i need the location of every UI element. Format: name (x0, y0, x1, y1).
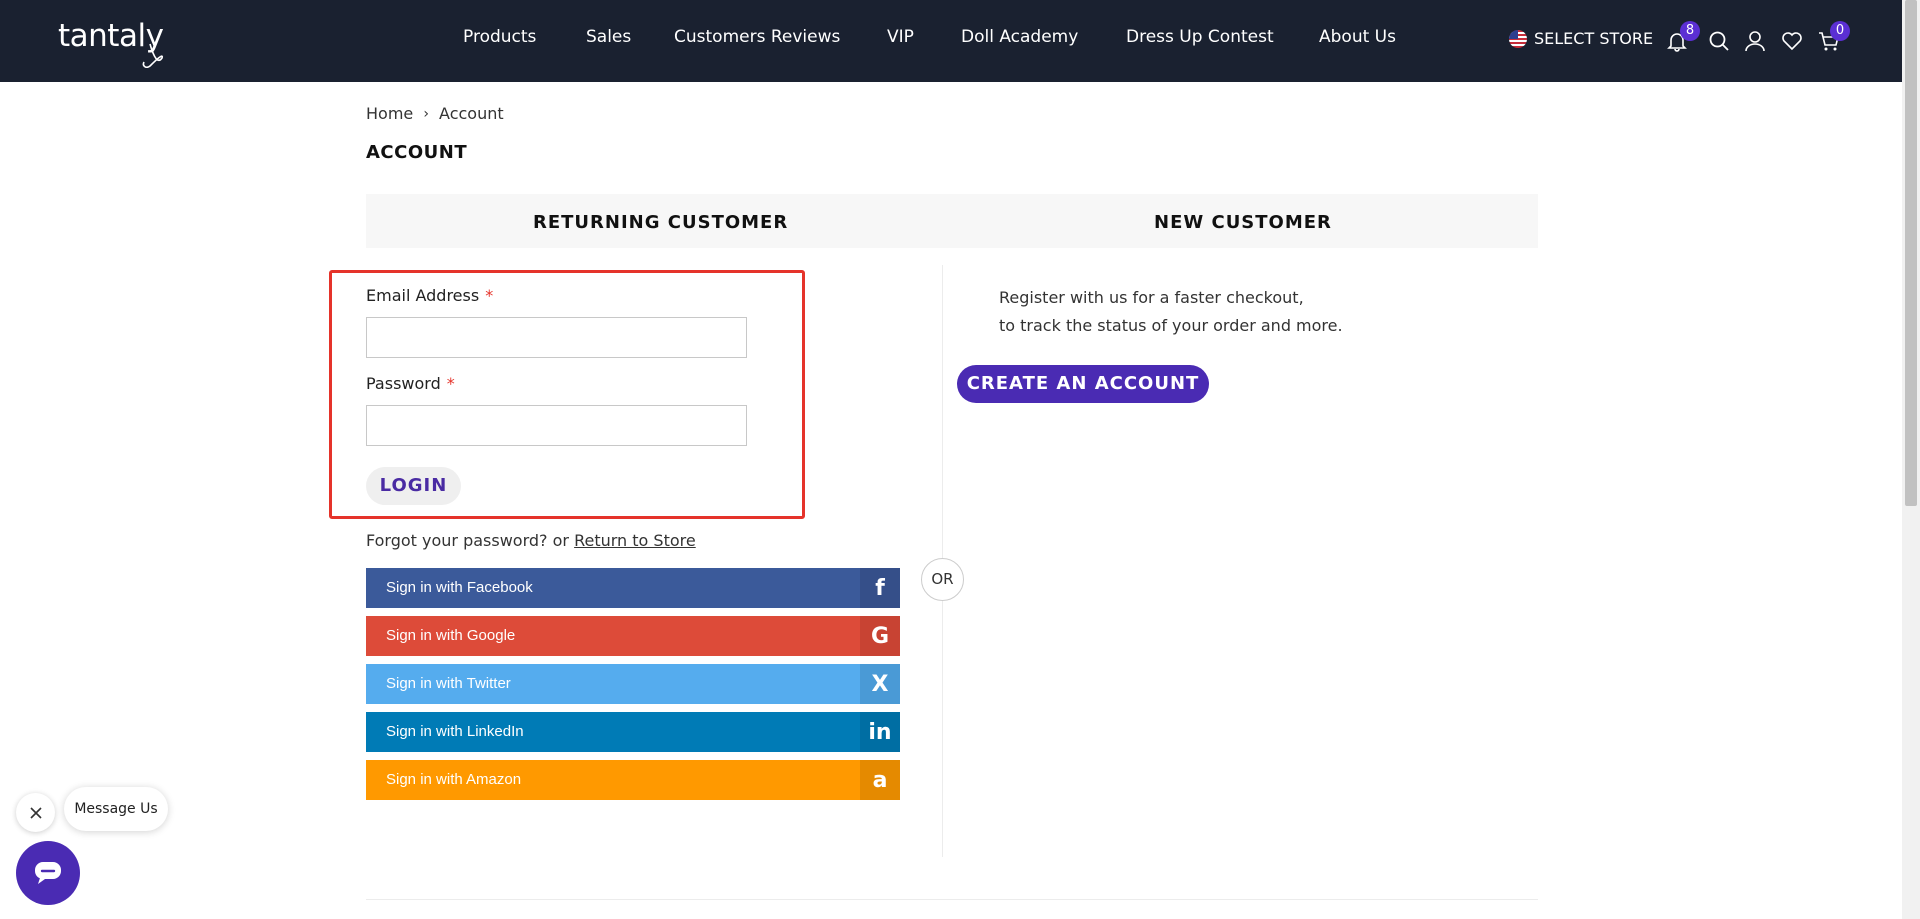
nav-vip[interactable]: VIP (887, 27, 914, 47)
chat-icon (35, 862, 61, 884)
twitter-signin-label: Sign in with Twitter (386, 675, 511, 692)
nav-dress-up-contest[interactable]: Dress Up Contest (1126, 27, 1274, 47)
forgot-password-link[interactable]: Forgot your password? or (366, 531, 569, 550)
breadcrumb-current: Account (439, 104, 504, 123)
amazon-signin-button[interactable]: Sign in with Amazon a (366, 760, 900, 800)
x-icon: X (860, 664, 900, 704)
required-mark: * (446, 374, 455, 393)
account-tabs: RETURNING CUSTOMER NEW CUSTOMER (366, 194, 1538, 248)
create-account-button[interactable]: CREATE AN ACCOUNT (957, 365, 1209, 403)
password-label: Password * (366, 374, 455, 393)
password-field[interactable] (366, 405, 747, 446)
email-field[interactable] (366, 317, 747, 358)
facebook-signin-label: Sign in with Facebook (386, 579, 533, 596)
google-signin-label: Sign in with Google (386, 627, 516, 644)
page-title: ACCOUNT (366, 142, 468, 163)
nav-about-us[interactable]: About Us (1319, 27, 1396, 47)
site-header: tantaly Products Sales Customers Reviews… (0, 0, 1902, 82)
logo-swirl-icon (142, 43, 164, 68)
email-label-text: Email Address (366, 286, 480, 305)
footer-divider (366, 899, 1538, 900)
facebook-icon: f (860, 568, 900, 608)
nav-products[interactable]: Products (463, 27, 536, 47)
amazon-icon: a (860, 760, 900, 800)
select-store-button[interactable]: SELECT STORE (1534, 29, 1653, 48)
facebook-signin-button[interactable]: Sign in with Facebook f (366, 568, 900, 608)
close-icon (29, 806, 42, 819)
breadcrumb-separator: › (423, 105, 429, 122)
google-icon: G (860, 616, 900, 656)
register-text-line-2: to track the status of your order and mo… (999, 316, 1343, 335)
search-icon[interactable] (1708, 30, 1730, 52)
required-mark: * (485, 286, 494, 305)
message-us-bubble[interactable]: Message Us (64, 787, 168, 831)
twitter-signin-button[interactable]: Sign in with Twitter X (366, 664, 900, 704)
chat-close-button[interactable] (16, 793, 55, 832)
google-signin-button[interactable]: Sign in with Google G (366, 616, 900, 656)
forgot-password-row: Forgot your password? or Return to Store (366, 531, 696, 550)
amazon-signin-label: Sign in with Amazon (386, 771, 522, 788)
login-button[interactable]: LOGIN (366, 467, 461, 505)
us-flag-icon (1509, 30, 1527, 48)
linkedin-signin-label: Sign in with LinkedIn (386, 723, 524, 740)
tab-returning-customer[interactable]: RETURNING CUSTOMER (533, 212, 788, 233)
breadcrumb-home-link[interactable]: Home (366, 104, 413, 123)
logo[interactable]: tantaly (58, 18, 164, 68)
account-icon[interactable] (1744, 30, 1766, 52)
chat-launcher-button[interactable] (16, 841, 80, 905)
linkedin-signin-button[interactable]: Sign in with LinkedIn in (366, 712, 900, 752)
nav-sales[interactable]: Sales (586, 27, 631, 47)
or-divider: OR (921, 558, 964, 601)
wishlist-heart-icon[interactable] (1781, 30, 1803, 52)
tab-new-customer[interactable]: NEW CUSTOMER (1154, 212, 1332, 233)
email-label: Email Address * (366, 286, 493, 305)
nav-customers-reviews[interactable]: Customers Reviews (674, 27, 840, 47)
scrollbar-thumb[interactable] (1905, 0, 1917, 506)
notification-count-badge: 8 (1680, 21, 1700, 41)
cart-count-badge: 0 (1830, 21, 1850, 41)
register-text-line-1: Register with us for a faster checkout, (999, 288, 1304, 307)
return-to-store-link[interactable]: Return to Store (574, 531, 696, 550)
nav-doll-academy[interactable]: Doll Academy (961, 27, 1078, 47)
linkedin-icon: in (860, 712, 900, 752)
password-label-text: Password (366, 374, 441, 393)
breadcrumb: Home › Account (366, 103, 504, 123)
